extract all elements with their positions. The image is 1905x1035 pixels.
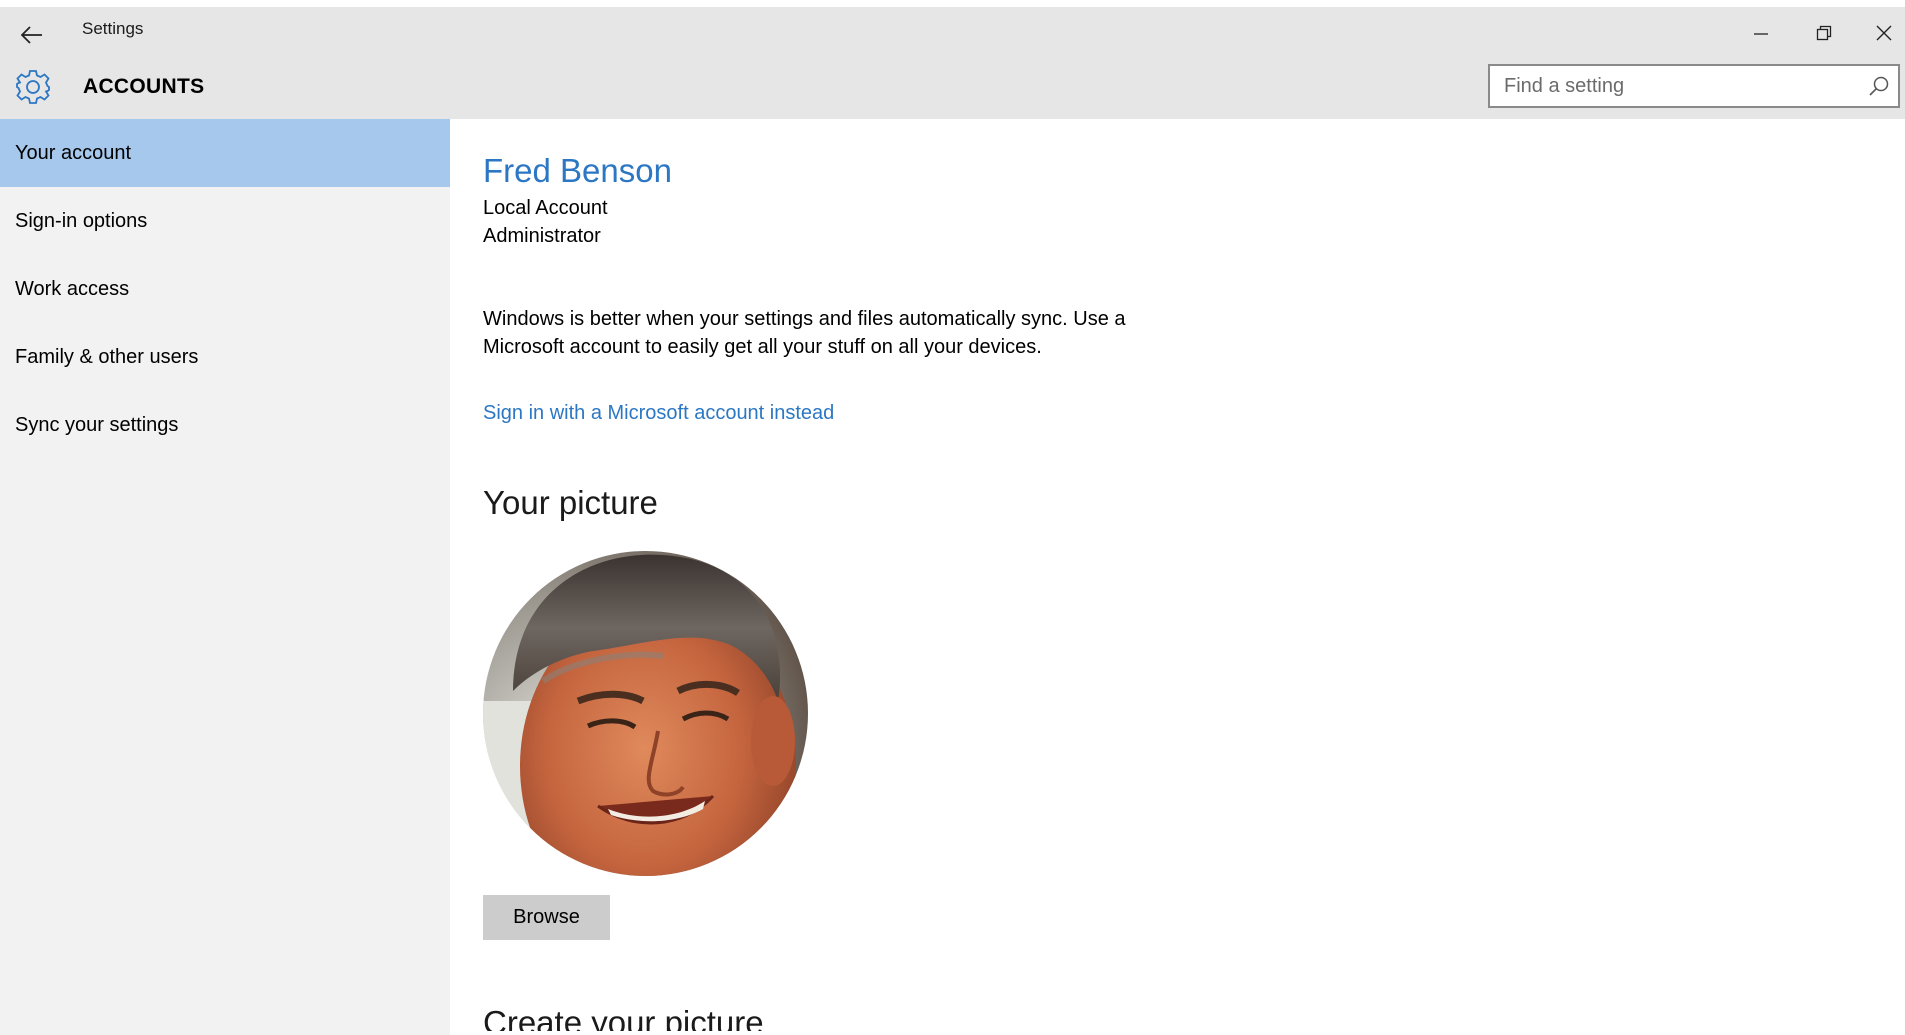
main-content: Fred Benson Local Account Administrator … <box>483 119 1883 1035</box>
page-header: ACCOUNTS <box>0 58 1905 119</box>
minimize-icon <box>1754 33 1768 35</box>
sidebar-item-work-access[interactable]: Work access <box>0 255 450 323</box>
avatar <box>483 551 808 876</box>
account-role: Administrator <box>483 225 601 247</box>
title-bar: Settings <box>0 0 1905 58</box>
sync-message: Windows is better when your settings and… <box>483 308 1126 358</box>
sidebar-item-sign-in-options[interactable]: Sign-in options <box>0 187 450 255</box>
minimize-button[interactable] <box>1735 13 1787 53</box>
search-icon[interactable] <box>1868 75 1890 97</box>
sidebar-item-family-other-users[interactable]: Family & other users <box>0 323 450 391</box>
gear-icon <box>16 70 50 104</box>
sidebar-item-your-account[interactable]: Your account <box>0 119 450 187</box>
account-type: Local Account <box>483 197 608 219</box>
sidebar: Your account Sign-in options Work access… <box>0 119 450 1035</box>
sidebar-item-label: Work access <box>15 278 130 300</box>
sidebar-item-label: Family & other users <box>15 346 199 368</box>
back-arrow-icon <box>21 26 42 44</box>
sidebar-item-sync-settings[interactable]: Sync your settings <box>0 391 450 459</box>
settings-window: Settings ACCOUNTS Find a setting Your ac… <box>0 0 1905 1035</box>
close-icon <box>1876 25 1891 41</box>
your-picture-heading: Your picture <box>483 484 658 521</box>
sidebar-item-label: Your account <box>15 142 132 164</box>
profile-photo <box>483 551 808 876</box>
sidebar-item-label: Sign-in options <box>15 210 148 232</box>
search-input[interactable] <box>1490 66 1864 106</box>
section-title: ACCOUNTS <box>83 75 205 98</box>
sidebar-item-label: Sync your settings <box>15 414 179 436</box>
microsoft-account-link[interactable]: Sign in with a Microsoft account instead <box>483 402 834 425</box>
window-title: Settings <box>82 19 144 38</box>
restore-icon <box>1816 25 1832 41</box>
back-button[interactable] <box>14 17 50 53</box>
search-box[interactable] <box>1488 64 1900 108</box>
browse-button[interactable]: Browse <box>483 895 610 940</box>
close-button[interactable] <box>1862 13 1905 53</box>
bottom-edge <box>450 1031 1905 1035</box>
user-name: Fred Benson <box>483 152 672 189</box>
restore-button[interactable] <box>1798 13 1850 53</box>
